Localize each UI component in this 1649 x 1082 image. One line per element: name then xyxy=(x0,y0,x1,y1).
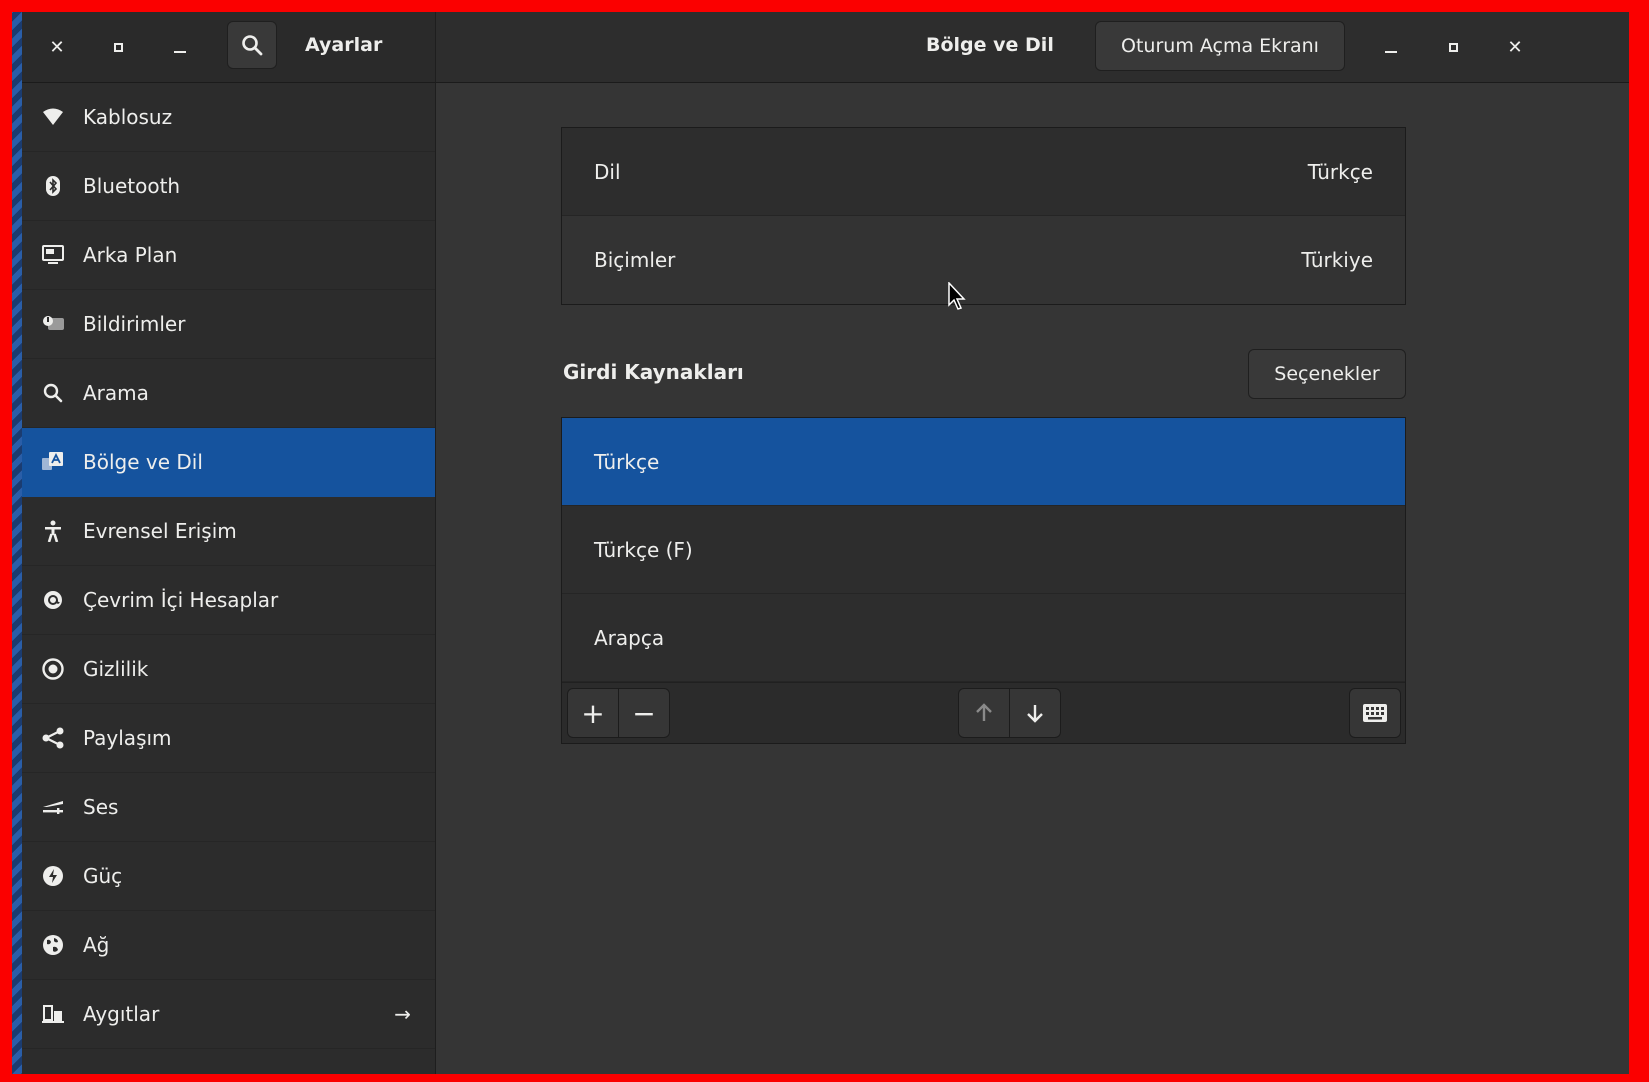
red-highlight-frame xyxy=(0,0,1649,1082)
